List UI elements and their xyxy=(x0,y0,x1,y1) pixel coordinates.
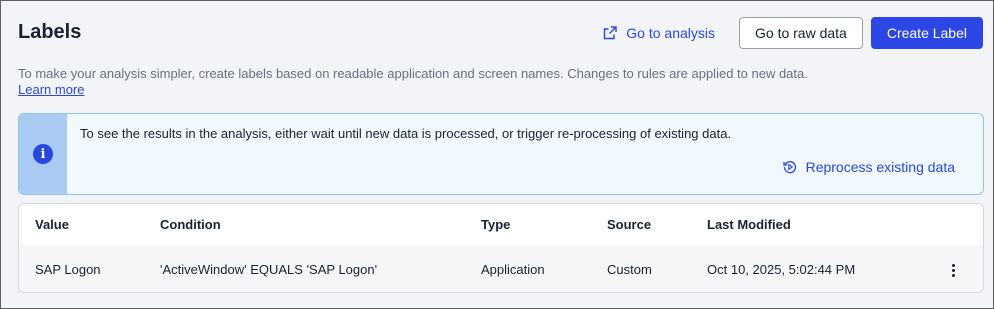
cell-condition: 'ActiveWindow' EQUALS 'SAP Logon' xyxy=(160,262,378,277)
labels-page: Labels Go to analysis Go to raw data Cre… xyxy=(0,0,994,309)
info-banner: i To see the results in the analysis, ei… xyxy=(18,113,984,195)
cell-last-modified: Oct 10, 2025, 5:02:44 PM xyxy=(707,262,856,277)
labels-table: Value Condition Type Source Last Modifie… xyxy=(18,203,984,293)
table-header: Value Condition Type Source Last Modifie… xyxy=(19,204,983,245)
cell-value: SAP Logon xyxy=(35,262,101,277)
go-to-analysis-link[interactable]: Go to analysis xyxy=(603,25,715,41)
header-actions: Go to analysis Go to raw data Create Lab… xyxy=(603,17,983,49)
go-to-raw-data-button[interactable]: Go to raw data xyxy=(739,17,863,49)
learn-more-link[interactable]: Learn more xyxy=(18,82,84,97)
page-description: To make your analysis simpler, create la… xyxy=(18,66,808,81)
column-header-source[interactable]: Source xyxy=(607,204,651,245)
row-actions-kebab-icon[interactable] xyxy=(943,259,963,281)
cell-source: Custom xyxy=(607,262,652,277)
reprocess-existing-data-button[interactable]: Reprocess existing data xyxy=(782,159,955,175)
column-header-value[interactable]: Value xyxy=(35,204,69,245)
column-header-condition[interactable]: Condition xyxy=(160,204,221,245)
info-banner-strip: i xyxy=(19,114,67,194)
go-to-analysis-label: Go to analysis xyxy=(626,25,715,41)
column-header-last-modified[interactable]: Last Modified xyxy=(707,204,791,245)
cell-type: Application xyxy=(481,262,545,277)
external-link-icon xyxy=(604,26,617,40)
reprocess-icon xyxy=(782,161,796,174)
table-row[interactable]: SAP Logon 'ActiveWindow' EQUALS 'SAP Log… xyxy=(19,245,983,292)
reprocess-label: Reprocess existing data xyxy=(805,159,955,175)
column-header-type[interactable]: Type xyxy=(481,204,510,245)
page-title: Labels xyxy=(18,21,82,43)
create-label-button[interactable]: Create Label xyxy=(870,17,983,49)
info-banner-message: To see the results in the analysis, eith… xyxy=(80,126,732,141)
info-icon: i xyxy=(33,144,53,164)
